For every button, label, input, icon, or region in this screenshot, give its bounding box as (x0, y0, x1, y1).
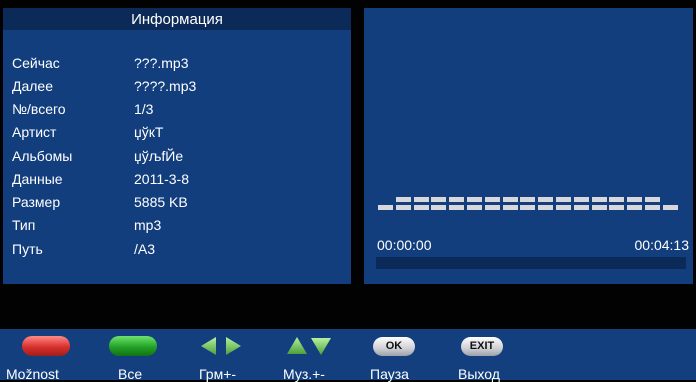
info-row-path: Путь /A3 (3, 239, 351, 263)
info-value: џўкТ (134, 124, 164, 140)
green-button-icon[interactable] (109, 336, 157, 356)
equalizer-bar (431, 197, 447, 202)
equalizer-bar (413, 197, 429, 202)
equalizer-bar (431, 205, 447, 210)
equalizer-bar (467, 197, 482, 202)
info-row-album: Альбомы џўљfЙе (3, 146, 351, 170)
equalizer-bar (413, 205, 429, 210)
equalizer-bar (502, 197, 518, 202)
screen: Информация Сейчас ???.mp3 Далее ????.mp3… (0, 0, 696, 382)
equalizer-bar (556, 205, 571, 210)
equalizer-bar (645, 197, 660, 202)
exit-key-icon[interactable]: EXIT (461, 337, 503, 356)
info-value: /A3 (134, 241, 156, 257)
equalizer-bar (662, 205, 678, 210)
equalizer-bar (538, 205, 554, 210)
up-down-arrows-icon[interactable] (285, 334, 333, 358)
info-key: Размер (12, 194, 61, 210)
info-value: ????.mp3 (134, 78, 197, 94)
equalizer-bar (395, 205, 411, 210)
equalizer-bar (395, 197, 411, 202)
equalizer-bar (467, 205, 482, 210)
control-bar: Možnost Все Грм+- Муз.+- OK Пауза EXIT В… (0, 329, 696, 382)
equalizer-bar (591, 197, 607, 202)
progress-bar[interactable] (376, 257, 686, 269)
equalizer-bar (484, 197, 500, 202)
info-key: Альбомы (12, 148, 73, 164)
equalizer-bar (627, 197, 643, 202)
info-key: Данные (12, 171, 63, 187)
info-value: 5885 KB (134, 194, 188, 210)
equalizer-bar (645, 205, 660, 210)
info-key: Тип (12, 217, 36, 233)
left-right-arrows-icon[interactable] (199, 334, 243, 358)
playback-panel: 00:00:00 00:04:13 (364, 8, 693, 284)
info-row-current: Сейчас ???.mp3 (3, 53, 351, 77)
info-key: Сейчас (12, 55, 60, 71)
info-row-type: Тип mp3 (3, 215, 351, 239)
equalizer (378, 185, 678, 210)
info-key: №/всего (12, 101, 66, 117)
equalizer-bar (627, 205, 643, 210)
info-value: џўљfЙе (134, 148, 184, 164)
info-key: Артист (12, 124, 57, 140)
info-row-number: №/всего 1/3 (3, 99, 351, 123)
info-row-size: Размер 5885 KB (3, 192, 351, 216)
equalizer-bar (502, 205, 518, 210)
info-value: 2011-3-8 (134, 171, 190, 187)
info-row-artist: Артист џўкТ (3, 122, 351, 146)
info-value: mp3 (134, 217, 162, 233)
equalizer-bar (520, 197, 536, 202)
ok-key-icon[interactable]: OK (373, 337, 415, 356)
info-key: Путь (12, 241, 43, 257)
elapsed-time: 00:00:00 (377, 237, 432, 253)
equalizer-bar (573, 205, 589, 210)
equalizer-bar (573, 197, 589, 202)
info-panel: Информация Сейчас ???.mp3 Далее ????.mp3… (3, 8, 351, 284)
equalizer-bar (449, 197, 465, 202)
equalizer-bar (484, 205, 500, 210)
equalizer-bar (609, 197, 625, 202)
equalizer-bar (556, 197, 571, 202)
info-row-date: Данные 2011-3-8 (3, 169, 351, 193)
info-value: ???.mp3 (134, 55, 189, 71)
info-value: 1/3 (134, 101, 154, 117)
equalizer-bar (591, 205, 607, 210)
total-duration: 00:04:13 (634, 237, 690, 253)
info-title-bar: Информация (3, 8, 351, 30)
info-key: Далее (12, 78, 54, 94)
equalizer-bar (449, 205, 465, 210)
equalizer-bar (609, 205, 625, 210)
red-button-icon[interactable] (22, 336, 70, 356)
info-row-next: Далее ????.mp3 (3, 76, 351, 100)
equalizer-bar (538, 197, 554, 202)
equalizer-bar (520, 205, 536, 210)
info-title: Информация (131, 11, 223, 28)
equalizer-bar (378, 205, 393, 210)
